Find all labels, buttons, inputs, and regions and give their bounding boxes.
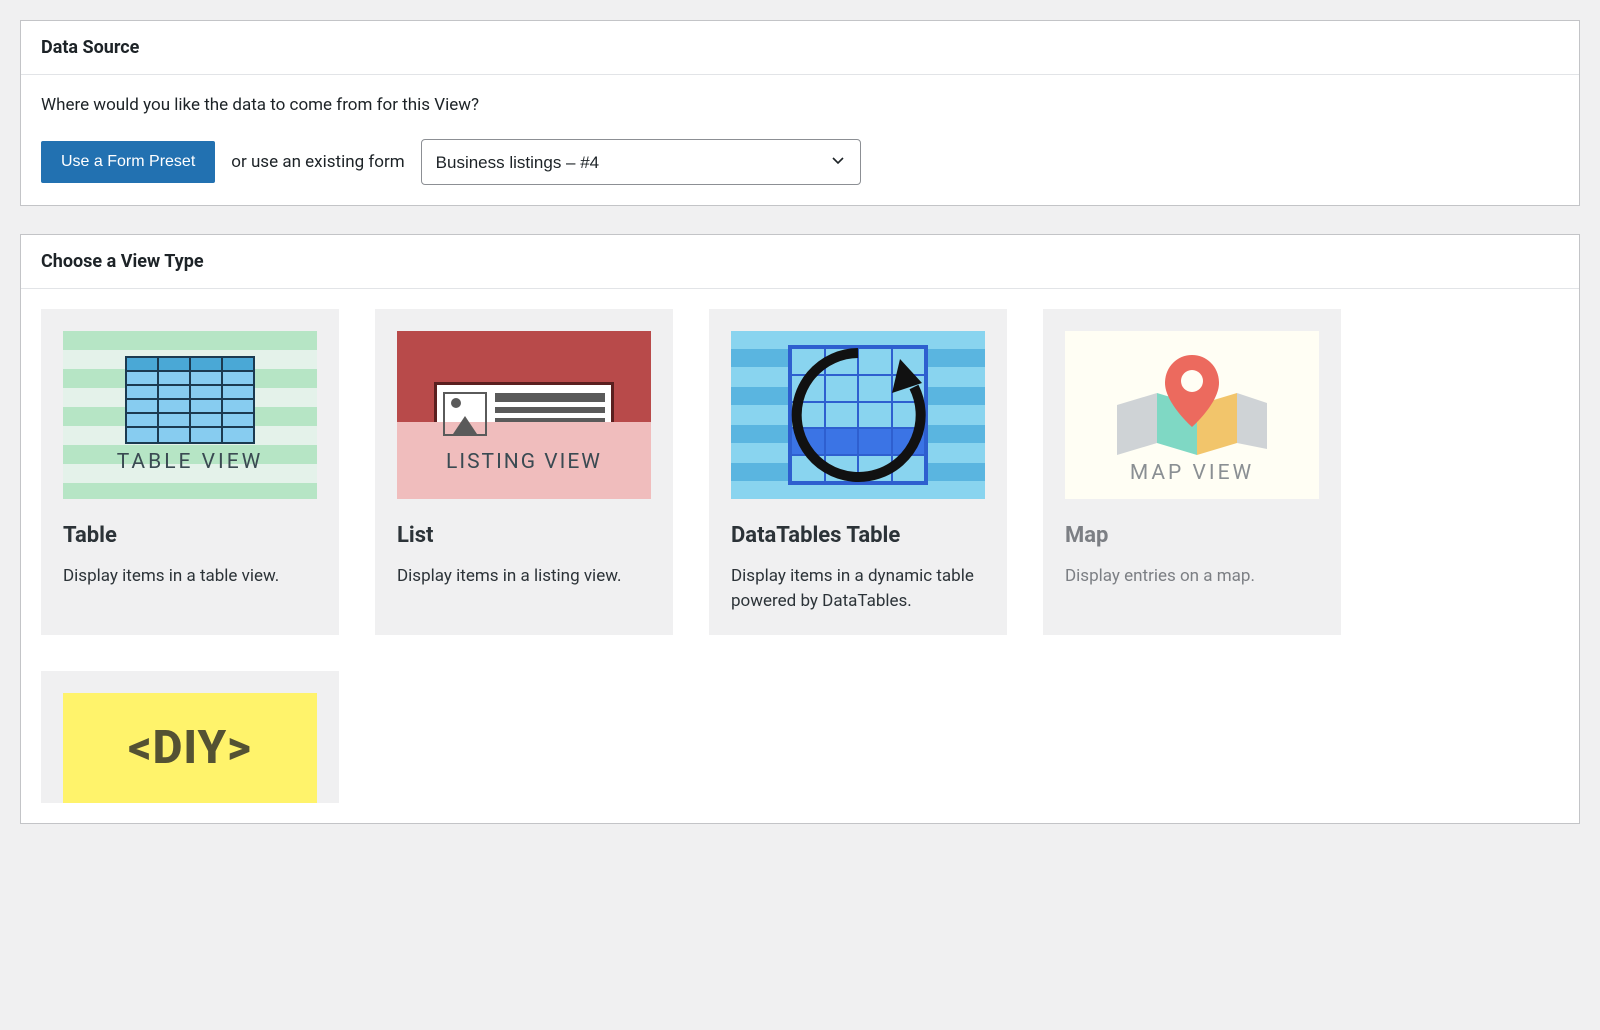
view-card-diy[interactable]: <DIY> (41, 671, 339, 803)
or-use-existing-text: or use an existing form (231, 152, 404, 172)
data-source-prompt: Where would you like the data to come fr… (41, 95, 1559, 115)
existing-form-select-wrap[interactable]: Business listings – #4 (421, 139, 861, 185)
view-card-list[interactable]: LISTING VIEW List Display items in a lis… (375, 309, 673, 635)
card-desc: Display entries on a map. (1065, 564, 1319, 589)
table-view-thumb: TABLE VIEW (63, 331, 317, 499)
map-thumb: MAP VIEW (1065, 331, 1319, 499)
list-thumb-caption: LISTING VIEW (446, 450, 602, 474)
card-title: Table (63, 523, 317, 548)
data-source-panel: Data Source Where would you like the dat… (20, 20, 1580, 206)
refresh-arrow-icon (780, 337, 936, 493)
data-source-title: Data Source (21, 21, 1579, 75)
card-desc: Display items in a listing view. (397, 564, 651, 589)
data-source-body: Where would you like the data to come fr… (21, 75, 1579, 205)
card-title: DataTables Table (731, 523, 985, 548)
table-thumb-caption: TABLE VIEW (117, 450, 264, 474)
diy-thumb: <DIY> (63, 693, 317, 803)
card-desc: Display items in a table view. (63, 564, 317, 589)
view-card-datatables[interactable]: DataTables Table Display items in a dyna… (709, 309, 1007, 635)
choose-view-type-title: Choose a View Type (21, 235, 1579, 289)
view-type-grid: TABLE VIEW Table Display items in a tabl… (21, 289, 1579, 823)
view-card-map[interactable]: MAP VIEW Map Display entries on a map. (1043, 309, 1341, 635)
view-card-table[interactable]: TABLE VIEW Table Display items in a tabl… (41, 309, 339, 635)
card-desc: Display items in a dynamic table powered… (731, 564, 985, 613)
map-thumb-caption: MAP VIEW (1130, 461, 1254, 485)
existing-form-select[interactable]: Business listings – #4 (422, 140, 860, 184)
list-view-thumb: LISTING VIEW (397, 331, 651, 499)
diy-thumb-caption: <DIY> (128, 721, 252, 775)
choose-view-type-panel: Choose a View Type TABLE VIEW Table (20, 234, 1580, 824)
datatables-thumb (731, 331, 985, 499)
card-title: Map (1065, 523, 1319, 548)
card-title: List (397, 523, 651, 548)
use-form-preset-button[interactable]: Use a Form Preset (41, 141, 215, 183)
data-source-row: Use a Form Preset or use an existing for… (41, 139, 1559, 185)
